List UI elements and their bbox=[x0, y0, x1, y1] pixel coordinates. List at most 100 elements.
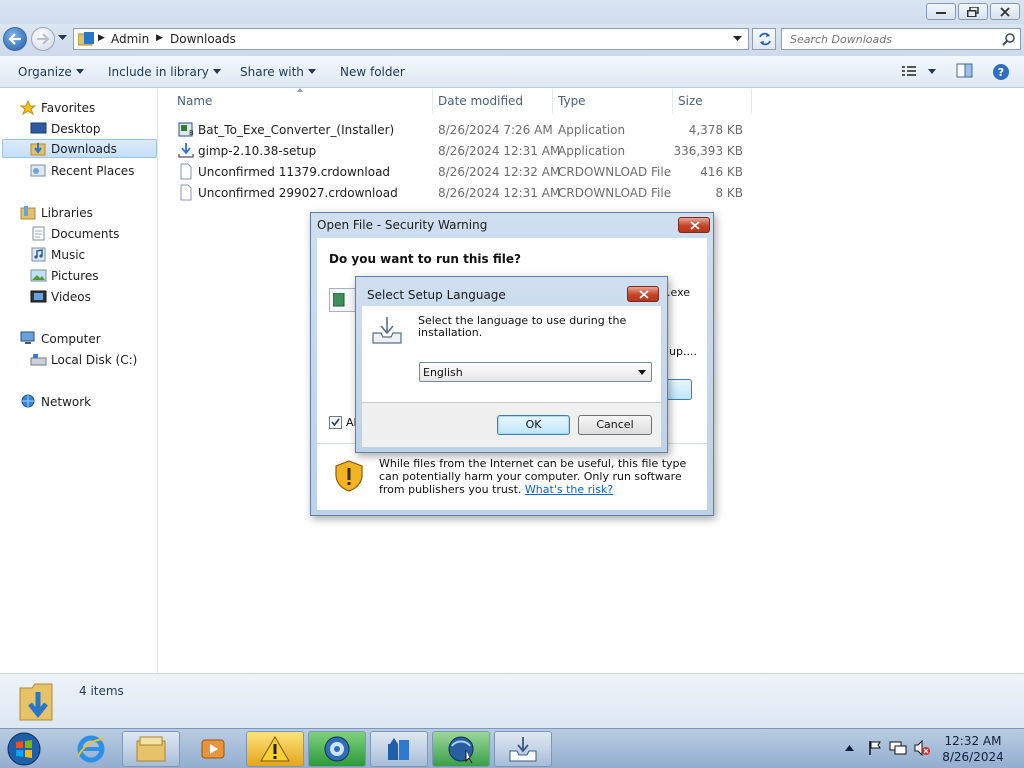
nav-downloads[interactable]: Downloads bbox=[2, 139, 157, 158]
nav-network[interactable]: Network bbox=[20, 392, 91, 411]
ok-button[interactable]: OK bbox=[497, 415, 570, 435]
select-setup-language-dialog: Select Setup Language Select the languag… bbox=[355, 276, 668, 453]
column-divider[interactable] bbox=[672, 89, 673, 113]
view-options-icon[interactable] bbox=[902, 63, 942, 79]
nav-favorites[interactable]: Favorites bbox=[20, 98, 95, 117]
file-row[interactable]: Unconfirmed 11379.crdownload 8/26/2024 1… bbox=[176, 162, 751, 181]
address-bar[interactable]: ▶ Admin ▶ Downloads bbox=[73, 28, 749, 50]
nav-computer[interactable]: Computer bbox=[20, 329, 101, 348]
taskbar-gimp-setup[interactable] bbox=[432, 731, 490, 767]
svg-text:?: ? bbox=[998, 66, 1004, 79]
column-header-type[interactable]: Type bbox=[558, 94, 586, 108]
search-box[interactable] bbox=[781, 28, 1021, 50]
nav-pictures[interactable]: Pictures bbox=[30, 266, 99, 285]
chevron-down-icon[interactable] bbox=[733, 36, 742, 42]
file-row[interactable]: gimp-2.10.38-setup 8/26/2024 12:31 AM Ap… bbox=[176, 141, 751, 160]
organize-menu[interactable]: Organize bbox=[18, 65, 84, 79]
language-dialog-close-button[interactable] bbox=[627, 286, 659, 302]
close-icon bbox=[690, 221, 700, 230]
arrow-left-icon bbox=[8, 33, 21, 45]
column-divider[interactable] bbox=[552, 89, 553, 113]
hard-drive-icon bbox=[30, 354, 47, 366]
column-header-name[interactable]: Name bbox=[177, 94, 212, 108]
network-status-icon[interactable] bbox=[889, 740, 907, 756]
file-row[interactable]: Unconfirmed 299027.crdownload 8/26/2024 … bbox=[176, 183, 751, 202]
show-hidden-icons-chevron-icon[interactable] bbox=[845, 745, 854, 751]
nav-network-label: Network bbox=[41, 394, 92, 409]
nav-videos[interactable]: Videos bbox=[30, 287, 91, 306]
forward-button[interactable] bbox=[31, 27, 55, 51]
taskbar-language-dialog[interactable] bbox=[494, 731, 552, 767]
volume-muted-icon[interactable] bbox=[913, 740, 931, 756]
whats-the-risk-link[interactable]: What's the risk? bbox=[525, 483, 613, 496]
security-warning-text: While files from the Internet can be use… bbox=[379, 457, 694, 496]
share-with-menu[interactable]: Share with bbox=[240, 65, 316, 79]
taskbar-internet-explorer[interactable] bbox=[62, 731, 120, 767]
blank-file-icon bbox=[180, 184, 192, 201]
setup-download-icon bbox=[178, 143, 194, 158]
window-close-button[interactable] bbox=[990, 3, 1020, 20]
command-bar: Organize Include in library Share with N… bbox=[0, 56, 1024, 88]
nav-libraries-label: Libraries bbox=[41, 205, 93, 220]
security-question: Do you want to run this file? bbox=[329, 252, 521, 266]
nav-desktop[interactable]: Desktop bbox=[30, 119, 101, 138]
breadcrumb-downloads[interactable]: Downloads bbox=[170, 32, 236, 46]
start-button-windows-icon[interactable] bbox=[4, 731, 44, 767]
window-titlebar bbox=[0, 0, 1024, 24]
file-name: Unconfirmed 11379.crdownload bbox=[198, 165, 391, 179]
recent-pages-dropdown-icon[interactable] bbox=[58, 35, 67, 41]
nav-local-disk[interactable]: Local Disk (C:) bbox=[30, 350, 137, 369]
nav-documents[interactable]: Documents bbox=[30, 224, 119, 243]
refresh-button[interactable] bbox=[752, 28, 776, 50]
minimize-button[interactable] bbox=[926, 3, 956, 20]
column-divider[interactable] bbox=[751, 89, 752, 113]
search-input[interactable] bbox=[782, 29, 992, 49]
language-select[interactable]: English bbox=[419, 362, 652, 382]
taskbar-windows-explorer[interactable] bbox=[122, 731, 180, 767]
nav-libraries[interactable]: Libraries bbox=[20, 203, 93, 222]
installer-package-icon bbox=[388, 738, 409, 760]
caret-down-icon bbox=[212, 69, 221, 74]
music-icon bbox=[31, 247, 46, 262]
file-type: Application bbox=[558, 144, 626, 158]
new-folder-button[interactable]: New folder bbox=[340, 65, 405, 79]
caret-down-icon bbox=[307, 69, 316, 74]
language-dialog-body: Select the language to use during the in… bbox=[362, 306, 661, 447]
nav-recent-places[interactable]: Recent Places bbox=[30, 161, 134, 180]
action-center-flag-icon[interactable] bbox=[867, 740, 883, 756]
file-name: Unconfirmed 299027.crdownload bbox=[198, 186, 398, 200]
nav-localdisk-label: Local Disk (C:) bbox=[51, 352, 138, 367]
breadcrumb-separator-icon: ▶ bbox=[156, 33, 163, 43]
file-date: 8/26/2024 12:31 AM bbox=[438, 186, 561, 200]
back-button[interactable] bbox=[3, 27, 27, 51]
system-clock[interactable]: 12:32 AM 8/26/2024 bbox=[938, 733, 1008, 765]
file-row[interactable]: B Bat_To_Exe_Converter_(Installer) 8/26/… bbox=[176, 120, 751, 139]
include-in-library-menu[interactable]: Include in library bbox=[108, 65, 221, 79]
cancel-button[interactable]: Cancel bbox=[578, 415, 652, 435]
taskbar-warning-app[interactable] bbox=[246, 731, 304, 767]
taskbar-media-player[interactable] bbox=[184, 731, 242, 767]
taskbar-setup-app[interactable] bbox=[308, 731, 366, 767]
column-header-size[interactable]: Size bbox=[678, 94, 703, 108]
preview-pane-icon[interactable] bbox=[956, 63, 974, 79]
file-date: 8/26/2024 12:31 AM bbox=[438, 144, 561, 158]
restore-icon bbox=[967, 6, 979, 17]
restore-button[interactable] bbox=[958, 3, 988, 20]
breadcrumb-separator-icon: ▶ bbox=[98, 33, 105, 43]
globe-setup-icon bbox=[324, 736, 350, 762]
security-dialog-title: Open File - Security Warning bbox=[317, 218, 488, 232]
search-icon[interactable] bbox=[1002, 32, 1016, 46]
downloads-folder-large-icon bbox=[19, 683, 53, 721]
run-button-partial[interactable] bbox=[664, 379, 692, 400]
nav-music-label: Music bbox=[51, 247, 86, 262]
security-dialog-close-button[interactable] bbox=[678, 217, 710, 233]
system-tray bbox=[843, 737, 933, 761]
breadcrumb-admin[interactable]: Admin bbox=[111, 32, 149, 46]
checkbox-checked-icon[interactable] bbox=[329, 416, 342, 429]
nav-music[interactable]: Music bbox=[30, 245, 85, 264]
column-divider[interactable] bbox=[432, 89, 433, 113]
help-icon[interactable]: ? bbox=[992, 63, 1010, 81]
column-header-date[interactable]: Date modified bbox=[438, 94, 523, 108]
file-name: gimp-2.10.38-setup bbox=[198, 144, 317, 158]
taskbar-installer-app[interactable] bbox=[370, 731, 428, 767]
